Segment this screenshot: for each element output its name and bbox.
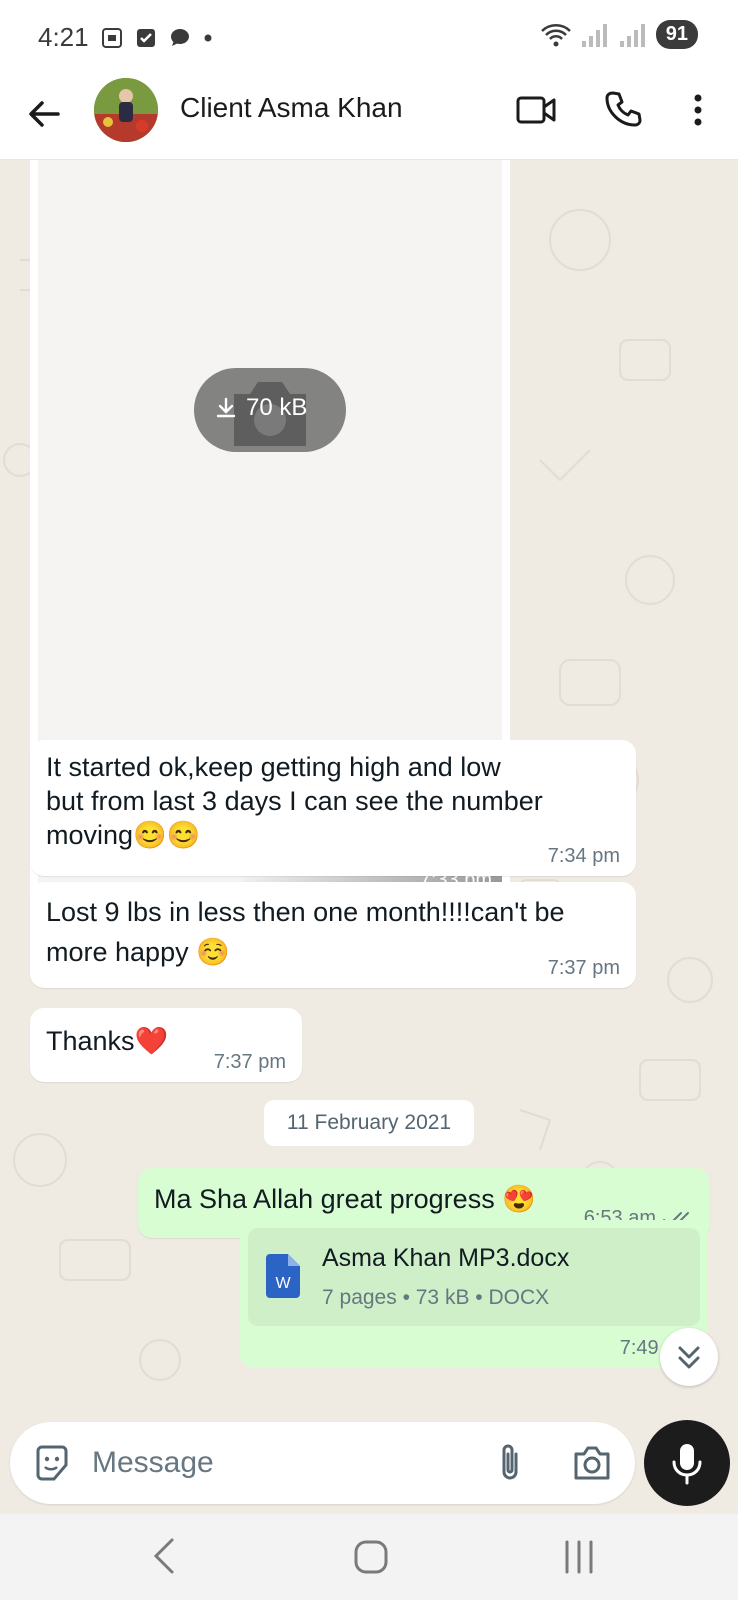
more-options-icon[interactable] — [686, 90, 710, 130]
doc-icon-letter: W — [275, 1275, 291, 1292]
document-message[interactable]: W Asma Khan MP3.docx 7 pages • 73 kB • D… — [240, 1220, 708, 1368]
message-text: It started ok,keep getting high and low … — [46, 752, 543, 850]
message-time: 7:34 pm — [547, 845, 620, 867]
nav-recent-apps-icon[interactable] — [562, 1538, 596, 1576]
system-navigation-bar — [0, 1514, 738, 1600]
download-icon — [216, 397, 236, 418]
contact-name[interactable]: Client Asma Khan — [180, 92, 403, 124]
message-time: 7:37 pm — [547, 957, 620, 979]
status-bar: 4:21 91 — [0, 0, 738, 76]
message-bubble-incoming[interactable]: Thanks❤️ 7:37 pm — [30, 1008, 302, 1082]
battery-level: 91 — [655, 20, 698, 49]
document-meta: 7 pages • 73 kB • DOCX — [322, 1286, 550, 1309]
wifi-icon — [540, 23, 571, 46]
word-document-icon: W — [266, 1254, 300, 1298]
video-call-icon[interactable] — [516, 92, 556, 128]
sticker-icon[interactable] — [32, 1443, 72, 1483]
download-label: 70 kB — [214, 394, 307, 422]
contact-avatar[interactable] — [94, 78, 158, 142]
status-notification-icons — [100, 26, 214, 50]
dot-icon — [204, 34, 212, 42]
message-bubble-incoming[interactable]: It started ok,keep getting high and low … — [30, 740, 636, 876]
message-input[interactable] — [92, 1440, 452, 1486]
phone-call-icon[interactable] — [604, 90, 642, 128]
back-arrow-icon[interactable] — [24, 94, 64, 134]
chat-area[interactable]: 70 kB 7:33 pm It started ok,keep getting… — [0, 160, 738, 1418]
download-image-button[interactable]: 70 kB — [194, 368, 346, 452]
message-text: Lost 9 lbs in less then one month!!!!can… — [46, 897, 565, 967]
screenshot-icon — [102, 28, 122, 48]
microphone-icon — [672, 1444, 702, 1485]
paperclip-icon[interactable] — [494, 1442, 526, 1484]
double-chevron-down-icon — [678, 1346, 700, 1369]
date-separator: 11 February 2021 — [264, 1100, 474, 1146]
document-card[interactable]: W Asma Khan MP3.docx 7 pages • 73 kB • D… — [248, 1228, 700, 1326]
camera-icon[interactable] — [572, 1444, 612, 1482]
document-file-name: Asma Khan MP3.docx — [322, 1244, 570, 1272]
signal-2-icon — [619, 23, 645, 47]
voice-message-button[interactable] — [644, 1420, 730, 1506]
download-size: 70 kB — [246, 394, 308, 421]
signal-icon — [581, 23, 607, 47]
chat-header: Client Asma Khan — [0, 76, 738, 160]
status-time: 4:21 — [38, 22, 89, 52]
nav-home-icon[interactable] — [352, 1538, 390, 1576]
nav-back-icon[interactable] — [150, 1536, 178, 1576]
status-system-icons: 91 — [540, 20, 698, 49]
message-composer — [10, 1422, 635, 1504]
checkbox-icon — [137, 29, 155, 47]
message-time: 7:37 pm — [213, 1051, 286, 1073]
chat-bubble-icon — [171, 29, 189, 46]
scroll-to-bottom-button[interactable] — [660, 1328, 718, 1386]
message-bubble-incoming[interactable]: Lost 9 lbs in less then one month!!!!can… — [30, 882, 636, 988]
